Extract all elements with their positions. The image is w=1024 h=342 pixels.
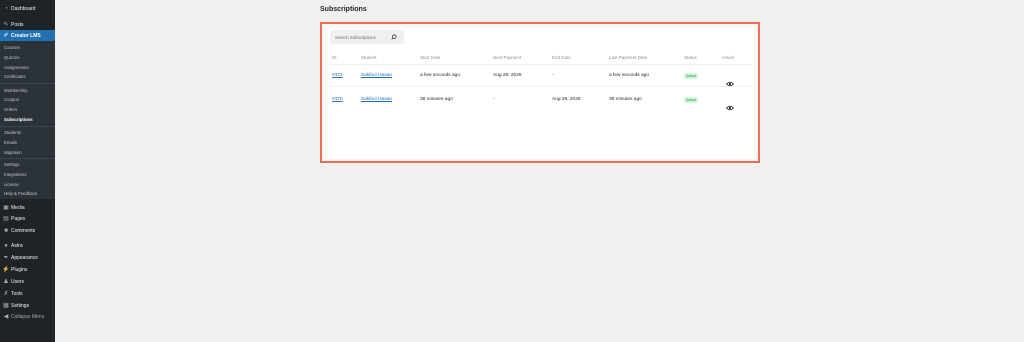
subscription-id-link[interactable]: #370 [332, 97, 343, 102]
column-header-id: ID [332, 55, 337, 60]
status-badge: Active [684, 97, 699, 103]
collapse-icon: ◀ [3, 314, 9, 320]
table-header-divider [330, 64, 752, 65]
submenu-item-subscriptions[interactable]: Subscriptions [4, 117, 33, 122]
student-link[interactable]: Sakibul Hasan [361, 97, 392, 102]
subscription-id-link[interactable]: #372 [332, 73, 343, 78]
subscriptions-card: Search Subscriptions ID Student Start Da… [328, 28, 754, 159]
subscriptions-panel: Search Subscriptions ID Student Start Da… [320, 22, 760, 163]
search-placeholder: Search Subscriptions [335, 34, 376, 40]
row-divider [330, 86, 752, 87]
sidebar-item-media[interactable]: ▣ Media [0, 202, 55, 213]
submenu-item-help-feedback[interactable]: Help & Feedback [4, 191, 37, 196]
sidebar-item-users[interactable]: ♟ Users [0, 276, 55, 287]
end-date: - [552, 73, 554, 78]
sidebar-item-label: Comments [11, 227, 36, 234]
comments-icon: ■ [4, 227, 8, 234]
column-header-start-date: Start Date [420, 55, 441, 60]
sidebar-item-dashboard[interactable]: ◔ Dashboard [0, 3, 55, 14]
page-title: Subscriptions [320, 6, 367, 13]
start-date: 38 minutes ago [420, 97, 453, 102]
submenu-item-membership[interactable]: Membership [4, 88, 28, 93]
sidebar-item-astra[interactable]: ● Astra [0, 240, 55, 251]
column-header-next-payment: Next Payment [493, 55, 522, 60]
sidebar-item-plugins[interactable]: ⚡ Plugins [0, 264, 55, 275]
sidebar-item-label: Appearance [11, 254, 38, 261]
submenu-item-students[interactable]: Students [4, 130, 21, 135]
submenu-item-courses[interactable]: Courses [4, 45, 20, 50]
sidebar-item-label: Astra [11, 242, 23, 249]
divider [0, 126, 55, 127]
users-icon: ♟ [3, 279, 9, 285]
sidebar-item-label: Creator LMS [11, 32, 41, 39]
posts-icon: ✎ [3, 22, 9, 28]
sidebar-item-label: Dashboard [11, 5, 36, 12]
submenu-item-coupon[interactable]: Coupon [4, 97, 19, 102]
sidebar-item-label: Tools [11, 290, 23, 297]
sidebar-item-creator-lms[interactable]: ✐ Creator LMS [0, 30, 55, 41]
admin-sidebar: ◔ Dashboard ✎ Posts ✐ Creator LMS Course… [0, 0, 55, 342]
divider [0, 83, 55, 84]
last-payment-date: 38 minutes ago [609, 97, 642, 102]
divider [0, 158, 55, 159]
sidebar-item-label: Collapse Menu [11, 313, 45, 320]
settings-icon: ▦ [3, 303, 9, 309]
submenu-item-license[interactable]: License [4, 182, 19, 187]
last-payment-date: a few seconds ago [609, 73, 650, 78]
sidebar-item-label: Settings [11, 302, 30, 309]
sidebar-item-label: Users [11, 278, 25, 285]
submenu-item-migration[interactable]: Migration [4, 150, 22, 155]
end-date: Aug 29, 2026 [552, 97, 581, 102]
plugins-icon: ⚡ [2, 267, 10, 273]
collapse-menu-button[interactable]: ◀ Collapse Menu [0, 311, 55, 322]
submenu-item-assignments[interactable]: Assignments [4, 65, 29, 70]
sidebar-item-settings[interactable]: ▦ Settings [0, 300, 55, 311]
submenu-item-emails[interactable]: Emails [4, 140, 17, 145]
sidebar-item-label: Media [11, 204, 25, 211]
sidebar-item-label: Plugins [11, 266, 28, 273]
column-header-action: Action [722, 55, 735, 60]
submenu-item-orders[interactable]: Orders [4, 107, 17, 112]
next-payment: Aug 29, 2026 [493, 73, 522, 78]
pages-icon: ▤ [3, 216, 9, 222]
appearance-icon: ✒ [3, 255, 9, 261]
sidebar-item-label: Pages [11, 215, 26, 222]
status-badge: Active [684, 73, 699, 79]
submenu-item-quizzes[interactable]: Quizzes [4, 55, 20, 60]
sidebar-item-posts[interactable]: ✎ Posts [0, 19, 55, 30]
sidebar-item-comments[interactable]: ■ Comments [0, 225, 55, 236]
media-icon: ▣ [3, 205, 9, 211]
column-header-last-payment-date: Last Payment Date [609, 55, 648, 60]
creator-lms-icon: ✐ [3, 33, 9, 39]
tools-icon: ✗ [3, 291, 9, 297]
sidebar-item-pages[interactable]: ▤ Pages [0, 213, 55, 224]
next-payment: - [493, 97, 495, 102]
sidebar-item-tools[interactable]: ✗ Tools [0, 288, 55, 299]
search-icon[interactable] [389, 32, 399, 42]
eye-icon[interactable] [725, 98, 735, 111]
dashboard-icon: ◔ [4, 5, 8, 12]
start-date: a few seconds ago [420, 73, 461, 78]
sidebar-item-appearance[interactable]: ✒ Appearance [0, 252, 55, 263]
student-link[interactable]: Sakibul Hasan [361, 73, 392, 78]
submenu-item-settings[interactable]: Settings [4, 162, 20, 167]
sidebar-item-label: Posts [11, 21, 24, 28]
astra-icon: ● [4, 242, 8, 249]
submenu-item-integrations[interactable]: Integrations [4, 172, 26, 177]
search-input[interactable]: Search Subscriptions [330, 30, 404, 44]
eye-icon[interactable] [725, 74, 735, 87]
column-header-student: Student [361, 55, 377, 60]
submenu-item-certificates[interactable]: Certificates [4, 74, 26, 79]
column-header-end-date: End Date [552, 55, 571, 60]
column-header-status: Status [684, 55, 697, 60]
